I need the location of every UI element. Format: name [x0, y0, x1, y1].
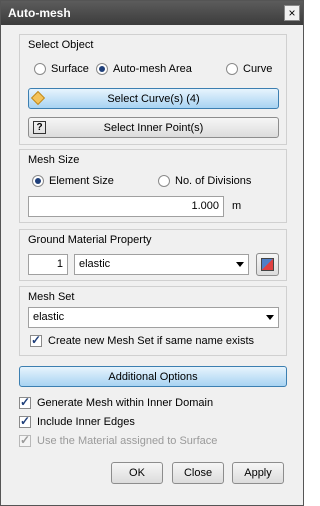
window-title: Auto-mesh	[8, 6, 71, 20]
radio-curve[interactable]: Curve	[226, 63, 272, 75]
use-material-assigned-box	[19, 433, 31, 447]
additional-options-label: Additional Options	[108, 370, 198, 383]
apply-button[interactable]: Apply	[232, 462, 284, 484]
close-button[interactable]: Close	[172, 462, 224, 484]
radio-element-size[interactable]: Element Size	[32, 175, 114, 187]
radio-element-size-label: Element Size	[49, 175, 114, 187]
include-inner-edges-label: Include Inner Edges	[37, 416, 135, 428]
title-bar: Auto-mesh ×	[1, 1, 303, 25]
radio-auto-mesh-area-label: Auto-mesh Area	[113, 63, 192, 75]
radio-surface-label: Surface	[51, 63, 89, 75]
radio-curve-dot	[226, 63, 238, 75]
mesh-size-unit: m	[232, 200, 242, 212]
mesh-size-input[interactable]: 1.000	[28, 196, 224, 217]
mesh-set-select[interactable]: elastic	[28, 307, 279, 328]
radio-no-of-divisions[interactable]: No. of Divisions	[158, 175, 251, 187]
ok-label: OK	[129, 467, 145, 479]
ground-material-id-input[interactable]: 1	[28, 254, 68, 275]
radio-surface[interactable]: Surface	[34, 63, 89, 75]
chevron-down-icon	[266, 315, 274, 320]
mesh-size-title: Mesh Size	[28, 154, 80, 166]
include-inner-edges-box	[19, 414, 31, 428]
question-icon: ?	[33, 121, 46, 134]
generate-mesh-inner-domain-checkbox[interactable]: Generate Mesh within Inner Domain	[19, 395, 214, 409]
additional-options-button[interactable]: Additional Options	[19, 366, 287, 387]
chevron-down-icon	[236, 262, 244, 267]
mesh-set-value: elastic	[33, 311, 65, 323]
create-new-mesh-set-box	[30, 333, 42, 347]
select-inner-points-label: Select Inner Point(s)	[103, 121, 204, 134]
radio-element-size-dot	[32, 175, 44, 187]
auto-mesh-dialog: Auto-mesh × Select Object Surface Auto-m…	[0, 0, 304, 506]
use-material-assigned-label: Use the Material assigned to Surface	[37, 435, 218, 447]
create-new-mesh-set-checkbox[interactable]: Create new Mesh Set if same name exists	[30, 333, 255, 347]
diamond-icon	[30, 90, 46, 106]
radio-curve-label: Curve	[243, 63, 273, 75]
select-object-title: Select Object	[28, 39, 94, 51]
close-window-button[interactable]: ×	[284, 5, 300, 21]
mesh-set-title: Mesh Set	[28, 291, 75, 303]
apply-label: Apply	[244, 467, 272, 479]
include-inner-edges-checkbox[interactable]: Include Inner Edges	[19, 414, 135, 428]
radio-no-of-divisions-dot	[158, 175, 170, 187]
create-new-mesh-set-label: Create new Mesh Set if same name exists	[48, 335, 255, 347]
ok-button[interactable]: OK	[111, 462, 163, 484]
select-object-group: Select Object Surface Auto-mesh Area Cur…	[19, 34, 287, 145]
use-material-assigned-checkbox: Use the Material assigned to Surface	[19, 433, 218, 447]
radio-no-of-divisions-label: No. of Divisions	[175, 175, 252, 187]
select-curves-label: Select Curve(s) (4)	[107, 92, 200, 105]
ground-material-select[interactable]: elastic	[74, 254, 249, 275]
radio-surface-dot	[34, 63, 46, 75]
edit-material-icon	[261, 258, 274, 271]
select-curves-button[interactable]: Select Curve(s) (4)	[28, 88, 279, 109]
radio-auto-mesh-area-dot	[96, 63, 108, 75]
mesh-size-group: Mesh Size Element Size No. of Divisions …	[19, 149, 287, 223]
select-inner-points-button[interactable]: ? Select Inner Point(s)	[28, 117, 279, 138]
ground-material-title: Ground Material Property	[28, 234, 152, 246]
generate-mesh-inner-domain-box	[19, 395, 31, 409]
radio-auto-mesh-area[interactable]: Auto-mesh Area	[96, 63, 192, 75]
ground-material-value: elastic	[79, 258, 111, 270]
generate-mesh-inner-domain-label: Generate Mesh within Inner Domain	[37, 397, 214, 409]
ground-material-group: Ground Material Property 1 elastic	[19, 229, 287, 281]
close-label: Close	[183, 467, 213, 479]
mesh-set-group: Mesh Set elastic Create new Mesh Set if …	[19, 286, 287, 356]
edit-material-button[interactable]	[256, 253, 279, 276]
